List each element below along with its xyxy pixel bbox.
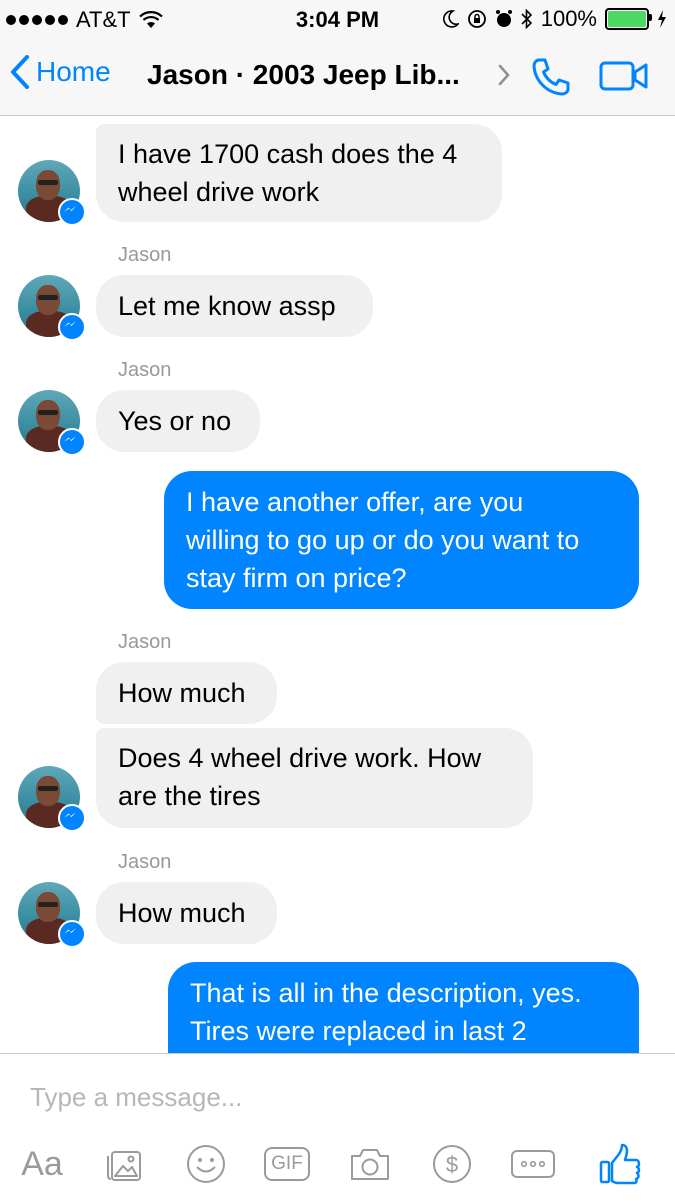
- incoming-message-bubble[interactable]: Yes or no: [96, 390, 260, 452]
- gif-button[interactable]: GIF: [262, 1142, 312, 1186]
- messenger-badge-icon: [58, 428, 86, 456]
- photos-button[interactable]: [100, 1142, 148, 1186]
- incoming-message-bubble[interactable]: Does 4 wheel drive work. How are the tir…: [96, 728, 533, 828]
- like-button[interactable]: [596, 1142, 644, 1186]
- message-text-line: I have 1700 cash does the 4: [118, 139, 458, 169]
- navigation-bar: Home Jason · 2003 Jeep Lib...: [0, 38, 675, 116]
- charging-bolt-icon: [658, 10, 666, 28]
- alarm-icon: [495, 10, 512, 27]
- text-format-label: Aa: [21, 1144, 63, 1183]
- message-text: Yes or no: [118, 406, 232, 436]
- message-text: Let me know assp: [118, 291, 336, 321]
- more-icon: [511, 1150, 555, 1178]
- battery-icon: [605, 8, 652, 30]
- messenger-badge-icon: [58, 804, 86, 832]
- avatar[interactable]: [18, 160, 86, 226]
- text-format-button[interactable]: Aa: [16, 1142, 68, 1186]
- message-text: How much: [118, 898, 246, 928]
- message-text-line: That is all in the description, yes.: [190, 978, 582, 1008]
- svg-text:$: $: [446, 1152, 458, 1177]
- smiley-icon: [187, 1145, 225, 1183]
- payment-button[interactable]: $: [428, 1142, 476, 1186]
- thumbs-up-icon: [599, 1143, 641, 1185]
- back-label: Home: [36, 56, 111, 87]
- emoji-button[interactable]: [182, 1142, 230, 1186]
- outgoing-message-bubble[interactable]: I have another offer, are you willing to…: [164, 471, 639, 609]
- battery-percent: 100%: [540, 6, 597, 31]
- incoming-message-bubble[interactable]: How much: [96, 662, 277, 724]
- video-call-icon[interactable]: [598, 60, 650, 92]
- message-text-line: Tires were replaced in last 2: [190, 1016, 527, 1046]
- avatar[interactable]: [18, 882, 86, 948]
- outgoing-message-bubble[interactable]: That is all in the description, yes. Tir…: [168, 962, 639, 1053]
- messenger-badge-icon: [58, 313, 86, 341]
- conversation-title[interactable]: Jason · 2003 Jeep Lib...: [147, 59, 460, 91]
- sender-name: Jason: [118, 631, 172, 653]
- back-button[interactable]: Home: [10, 54, 111, 90]
- message-text: How much: [118, 678, 246, 708]
- sender-name: Jason: [118, 359, 172, 381]
- incoming-message-bubble[interactable]: Let me know assp: [96, 275, 373, 337]
- rotation-lock-icon: [467, 10, 486, 28]
- message-input[interactable]: Type a message...: [30, 1082, 242, 1113]
- camera-icon: [351, 1149, 389, 1180]
- messenger-badge-icon: [58, 198, 86, 226]
- message-list[interactable]: I have 1700 cash does the 4 wheel drive …: [0, 116, 675, 1053]
- gif-icon: GIF: [264, 1147, 310, 1181]
- messenger-badge-icon: [58, 920, 86, 948]
- avatar[interactable]: [18, 390, 86, 456]
- dollar-icon: $: [433, 1145, 471, 1183]
- status-right: 100%: [442, 6, 667, 32]
- status-bar: AT&T 3:04 PM 100%: [0, 0, 675, 38]
- message-text-line: stay firm on price?: [186, 563, 407, 593]
- moon-icon: [442, 10, 459, 28]
- message-text-line: are the tires: [118, 781, 261, 811]
- avatar[interactable]: [18, 766, 86, 832]
- message-text-line: I have another offer, are you: [186, 487, 524, 517]
- message-text-line: willing to go up or do you want to: [186, 525, 580, 555]
- chevron-right-icon[interactable]: [497, 63, 511, 87]
- more-options-button[interactable]: [508, 1142, 558, 1186]
- composer: Type a message... Aa GIF $: [0, 1053, 675, 1201]
- sender-name: Jason: [118, 851, 172, 873]
- gif-label: GIF: [271, 1153, 303, 1174]
- message-text-line: Does 4 wheel drive work. How: [118, 743, 482, 773]
- message-text-line: wheel drive work: [118, 177, 320, 207]
- bluetooth-icon: [521, 8, 532, 30]
- phone-call-icon[interactable]: [530, 56, 572, 98]
- composer-toolbar: Aa GIF $: [0, 1142, 675, 1192]
- photos-icon: [107, 1151, 141, 1181]
- chevron-left-icon: [11, 55, 29, 89]
- avatar[interactable]: [18, 275, 86, 341]
- camera-button[interactable]: [346, 1142, 394, 1186]
- incoming-message-bubble[interactable]: I have 1700 cash does the 4 wheel drive …: [96, 124, 502, 222]
- incoming-message-bubble[interactable]: How much: [96, 882, 277, 944]
- sender-name: Jason: [118, 244, 172, 266]
